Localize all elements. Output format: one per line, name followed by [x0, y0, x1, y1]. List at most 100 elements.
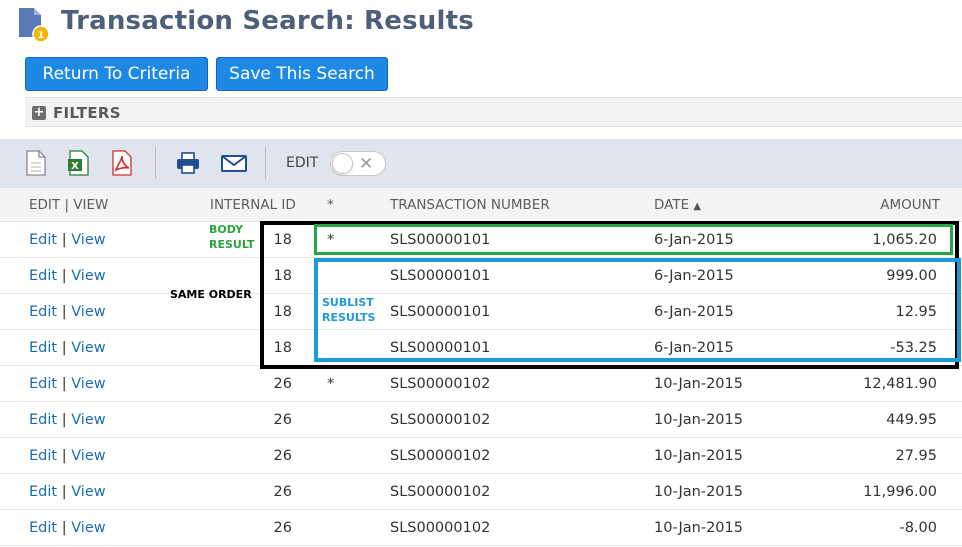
- column-header-internal-id[interactable]: INTERNAL ID: [210, 188, 296, 222]
- body-result-line1: BODY: [209, 223, 244, 236]
- save-this-search-button[interactable]: Save This Search: [216, 57, 388, 91]
- link-separator: |: [61, 340, 67, 356]
- page-title: Transaction Search: Results: [61, 6, 474, 36]
- page-header: 1 Transaction Search: Results: [0, 0, 962, 48]
- results-toolbar: X EDIT ✕: [0, 139, 962, 188]
- edit-view-links: Edit | View: [29, 438, 106, 474]
- date-cell: 10-Jan-2015: [654, 412, 743, 428]
- view-link[interactable]: View: [71, 448, 105, 464]
- amount-cell: 999.00: [886, 268, 937, 284]
- view-link[interactable]: View: [71, 340, 105, 356]
- amount-cell: -53.25: [890, 340, 937, 356]
- column-header-edit-view: EDIT | VIEW: [29, 197, 109, 213]
- expand-plus-icon[interactable]: +: [32, 106, 46, 120]
- edit-view-links: Edit | View: [29, 294, 106, 330]
- internal-id-cell: 26: [273, 376, 292, 392]
- results-table: EDIT | VIEW INTERNAL ID * TRANSACTION NU…: [0, 188, 962, 546]
- edit-toggle-label: EDIT: [286, 155, 319, 171]
- internal-id-cell: 18: [273, 304, 292, 320]
- edit-view-links: Edit | View: [29, 402, 106, 438]
- view-link[interactable]: View: [71, 232, 105, 248]
- edit-link[interactable]: Edit: [29, 340, 57, 356]
- date-cell: 10-Jan-2015: [654, 484, 743, 500]
- star-cell: *: [327, 232, 335, 248]
- edit-view-links: Edit | View: [29, 510, 106, 546]
- saved-search-icon: 1: [19, 8, 50, 43]
- date-cell: 6-Jan-2015: [654, 232, 734, 248]
- date-cell: 6-Jan-2015: [654, 268, 734, 284]
- table-row: Edit | View 18 SLS00000101 6-Jan-2015 12.95: [0, 294, 962, 330]
- body-result-annotation: BODY RESULT: [209, 222, 255, 252]
- star-cell: *: [327, 376, 335, 392]
- link-separator: |: [61, 484, 67, 500]
- date-cell: 10-Jan-2015: [654, 376, 743, 392]
- date-cell: 10-Jan-2015: [654, 448, 743, 464]
- transaction-number-cell: SLS00000101: [390, 304, 491, 320]
- transaction-number-cell: SLS00000102: [390, 520, 491, 536]
- edit-toggle[interactable]: ✕: [330, 151, 386, 176]
- amount-cell: -8.00: [899, 520, 937, 536]
- internal-id-cell: 26: [273, 448, 292, 464]
- link-separator: |: [61, 304, 67, 320]
- internal-id-cell: 18: [273, 340, 292, 356]
- edit-link[interactable]: Edit: [29, 232, 57, 248]
- transaction-number-cell: SLS00000102: [390, 448, 491, 464]
- date-cell: 6-Jan-2015: [654, 340, 734, 356]
- link-separator: |: [61, 520, 67, 536]
- amount-cell: 27.95: [895, 448, 937, 464]
- view-link[interactable]: View: [71, 304, 105, 320]
- view-link[interactable]: View: [71, 520, 105, 536]
- table-row: Edit | View 26 * SLS00000102 10-Jan-2015 12,4…: [0, 366, 962, 402]
- new-document-icon[interactable]: [24, 150, 48, 176]
- transaction-number-cell: SLS00000102: [390, 484, 491, 500]
- edit-link[interactable]: Edit: [29, 484, 57, 500]
- amount-cell: 1,065.20: [872, 232, 937, 248]
- amount-cell: 449.95: [886, 412, 937, 428]
- filters-section[interactable]: + FILTERS: [25, 97, 962, 127]
- edit-view-links: Edit | View: [29, 222, 106, 258]
- link-separator: |: [61, 412, 67, 428]
- edit-link[interactable]: Edit: [29, 448, 57, 464]
- view-link[interactable]: View: [71, 412, 105, 428]
- body-result-line2: RESULT: [209, 238, 255, 251]
- edit-link[interactable]: Edit: [29, 412, 57, 428]
- filters-label: FILTERS: [53, 104, 121, 122]
- edit-view-links: Edit | View: [29, 474, 106, 510]
- sublist-line2: RESULTS: [322, 311, 376, 324]
- view-link[interactable]: View: [71, 376, 105, 392]
- edit-view-links: Edit | View: [29, 330, 106, 366]
- return-to-criteria-button[interactable]: Return To Criteria: [25, 57, 208, 91]
- toggle-off-x-icon: ✕: [359, 154, 374, 174]
- sublist-line1: SUBLIST: [322, 296, 374, 309]
- transaction-number-cell: SLS00000101: [390, 232, 491, 248]
- column-header-amount[interactable]: AMOUNT: [880, 188, 940, 222]
- date-cell: 6-Jan-2015: [654, 304, 734, 320]
- view-link[interactable]: View: [71, 484, 105, 500]
- edit-link[interactable]: Edit: [29, 520, 57, 536]
- column-header-date[interactable]: DATE ▲: [654, 188, 701, 224]
- table-row: Edit | View 18 * SLS00000101 6-Jan-2015 1,065…: [0, 222, 962, 258]
- print-icon[interactable]: [176, 150, 200, 176]
- export-excel-icon[interactable]: X: [67, 150, 91, 176]
- email-icon[interactable]: [221, 150, 247, 176]
- column-header-star[interactable]: *: [327, 188, 334, 222]
- link-separator: |: [61, 448, 67, 464]
- table-header-row: EDIT | VIEW INTERNAL ID * TRANSACTION NU…: [0, 188, 962, 222]
- transaction-number-cell: SLS00000102: [390, 376, 491, 392]
- edit-link[interactable]: Edit: [29, 268, 57, 284]
- edit-view-links: Edit | View: [29, 366, 106, 402]
- export-pdf-icon[interactable]: [110, 150, 134, 176]
- edit-link[interactable]: Edit: [29, 304, 57, 320]
- table-row: Edit | View 26 SLS00000102 10-Jan-2015 27.95: [0, 438, 962, 474]
- edit-link[interactable]: Edit: [29, 376, 57, 392]
- view-link[interactable]: View: [71, 268, 105, 284]
- sort-ascending-icon: ▲: [693, 201, 702, 212]
- table-row: Edit | View 18 SLS00000101 6-Jan-2015 -53.25: [0, 330, 962, 366]
- transaction-number-cell: SLS00000101: [390, 268, 491, 284]
- amount-cell: 11,996.00: [863, 484, 937, 500]
- date-cell: 10-Jan-2015: [654, 520, 743, 536]
- internal-id-cell: 18: [273, 268, 292, 284]
- svg-text:X: X: [71, 161, 79, 172]
- column-header-transaction-number[interactable]: TRANSACTION NUMBER: [390, 188, 550, 222]
- link-separator: |: [61, 268, 67, 284]
